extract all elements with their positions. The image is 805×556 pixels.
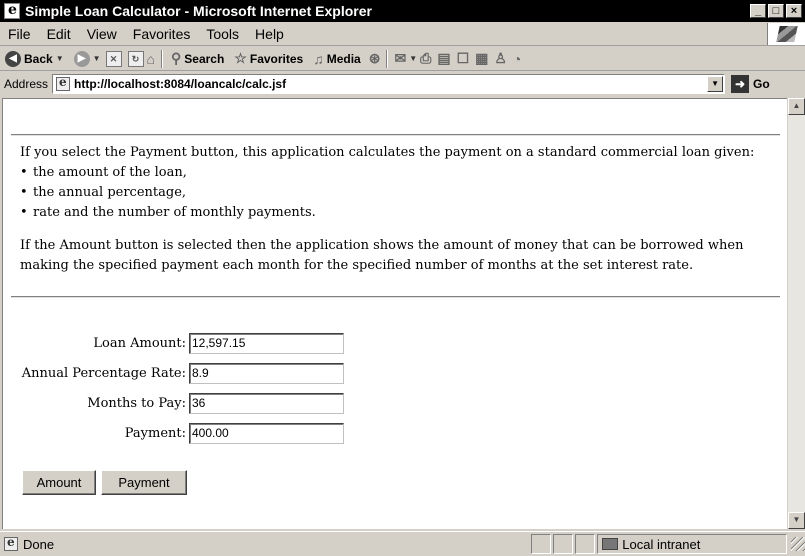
address-url[interactable]: http://localhost:8084/loancalc/calc.jsf xyxy=(74,77,286,91)
intro-text: If you select the Payment button, this a… xyxy=(20,143,780,276)
research-icon[interactable]: ▦ xyxy=(472,50,491,67)
menu-bar: File Edit View Favorites Tools Help xyxy=(0,22,805,46)
loan-amount-input[interactable] xyxy=(189,332,344,354)
back-dropdown-icon[interactable]: ▼ xyxy=(56,54,64,63)
windows-logo-throbber xyxy=(767,22,805,45)
address-dropdown-icon[interactable]: ▼ xyxy=(707,76,724,92)
media-icon: ♫ xyxy=(313,50,324,67)
address-label: Address xyxy=(4,77,49,91)
windows-logo-icon xyxy=(775,25,798,42)
amount-paragraph: If the Amount button is selected then th… xyxy=(20,236,780,276)
stop-icon[interactable]: ✕ xyxy=(105,50,122,67)
status-message: Done xyxy=(0,535,529,552)
history-icon[interactable]: ⊛ xyxy=(366,50,384,67)
print-icon[interactable]: ⎙ xyxy=(417,50,434,67)
title-bar: Simple Loan Calculator - Microsoft Inter… xyxy=(0,0,805,22)
mail-dropdown-icon[interactable]: ▼ xyxy=(409,54,417,63)
menu-favorites[interactable]: Favorites xyxy=(125,26,199,42)
apr-input[interactable] xyxy=(189,362,344,384)
months-input[interactable] xyxy=(189,392,344,414)
toolbar-separator xyxy=(161,49,163,68)
close-button[interactable]: × xyxy=(786,4,802,18)
page-icon xyxy=(56,75,71,91)
bullet-list: the amount of the loan, the annual perce… xyxy=(20,163,780,223)
go-label: Go xyxy=(753,77,770,91)
forward-arrow-icon: ▶ xyxy=(73,50,90,67)
search-icon: ⚲ xyxy=(171,50,182,66)
months-label: Months to Pay: xyxy=(87,395,186,411)
favorites-button[interactable]: ☆ Favorites xyxy=(229,48,308,70)
resize-grip-icon[interactable] xyxy=(791,537,805,551)
bullet-item: rate and the number of monthly payments. xyxy=(20,203,780,223)
loan-amount-label: Loan Amount: xyxy=(93,335,186,351)
discuss-icon[interactable]: ☐ xyxy=(454,50,473,67)
address-field[interactable]: http://localhost:8084/loancalc/calc.jsf … xyxy=(52,74,726,94)
amount-button[interactable]: Amount xyxy=(22,470,96,495)
window-controls: _ □ × xyxy=(750,4,802,18)
toolbar-separator xyxy=(386,49,389,68)
page-content: If you select the Payment button, this a… xyxy=(2,98,787,529)
payment-label: Payment: xyxy=(124,425,186,441)
back-button[interactable]: ◀ Back ▼ xyxy=(0,48,69,70)
loan-amount-row: Loan Amount: xyxy=(3,332,344,354)
address-bar: Address http://localhost:8084/loancalc/c… xyxy=(0,72,805,96)
menu-file[interactable]: File xyxy=(0,26,39,42)
go-arrow-icon: ➜ xyxy=(731,75,750,93)
favorites-label: Favorites xyxy=(249,51,304,66)
vertical-scrollbar[interactable]: ▲ ▼ xyxy=(788,98,805,529)
security-zone: Local intranet xyxy=(597,534,788,554)
back-label: Back xyxy=(24,51,53,66)
horizontal-rule-top xyxy=(11,134,780,136)
media-button[interactable]: ♫ Media xyxy=(308,48,366,70)
amount-paragraph-line-1: If the Amount button is selected then th… xyxy=(20,238,744,253)
back-arrow-icon: ◀ xyxy=(5,50,21,67)
browser-window: Simple Loan Calculator - Microsoft Inter… xyxy=(0,0,805,556)
mail-icon[interactable]: ✉ xyxy=(391,50,409,67)
edit-icon[interactable]: ▤ xyxy=(434,50,453,67)
zone-label: Local intranet xyxy=(622,536,701,552)
window-title: Simple Loan Calculator - Microsoft Inter… xyxy=(25,3,372,19)
intro-paragraph: If you select the Payment button, this a… xyxy=(20,145,755,160)
maximize-button[interactable]: □ xyxy=(768,4,784,18)
scroll-up-arrow-icon[interactable]: ▲ xyxy=(788,98,805,115)
payment-row: Payment: xyxy=(3,422,344,444)
status-text: Done xyxy=(23,536,55,552)
forward-button[interactable]: ▶ ▼ xyxy=(69,48,106,70)
menu-tools[interactable]: Tools xyxy=(198,26,247,42)
horizontal-rule-bottom xyxy=(11,296,780,298)
apr-row: Annual Percentage Rate: xyxy=(3,362,344,384)
apr-label: Annual Percentage Rate: xyxy=(21,365,186,381)
forward-dropdown-icon[interactable]: ▼ xyxy=(93,54,101,63)
standard-toolbar: ◀ Back ▼ ▶ ▼ ✕ ↻ ⌂ ⚲ Search ☆ Favorites … xyxy=(0,47,805,71)
intranet-zone-icon xyxy=(602,538,619,550)
menu-edit[interactable]: Edit xyxy=(39,26,79,42)
comment-icon[interactable]: ◔ xyxy=(510,51,524,67)
bullet-item: the annual percentage, xyxy=(20,183,780,203)
go-button[interactable]: ➜ Go xyxy=(731,75,770,93)
refresh-icon[interactable]: ↻ xyxy=(127,50,144,67)
star-icon: ☆ xyxy=(234,50,247,66)
months-row: Months to Pay: xyxy=(3,392,344,414)
page-done-icon xyxy=(4,535,18,551)
home-icon[interactable]: ⌂ xyxy=(144,51,158,67)
search-button[interactable]: ⚲ Search xyxy=(166,48,229,70)
amount-paragraph-line-2: making the specified payment each month … xyxy=(20,258,694,273)
status-pane xyxy=(531,534,552,554)
payment-input[interactable] xyxy=(189,422,344,444)
payment-button[interactable]: Payment xyxy=(101,470,187,495)
menu-help[interactable]: Help xyxy=(247,26,292,42)
search-label: Search xyxy=(184,51,225,66)
scroll-down-arrow-icon[interactable]: ▼ xyxy=(788,512,805,529)
status-bar: Done Local intranet xyxy=(0,531,805,556)
media-label: Media xyxy=(326,51,361,66)
status-pane xyxy=(553,534,574,554)
messenger-icon[interactable]: ♙ xyxy=(491,50,510,67)
menu-view[interactable]: View xyxy=(79,26,125,42)
status-pane xyxy=(575,534,596,554)
bullet-item: the amount of the loan, xyxy=(20,163,780,183)
minimize-button[interactable]: _ xyxy=(750,4,766,18)
ie-app-icon[interactable] xyxy=(4,2,20,19)
